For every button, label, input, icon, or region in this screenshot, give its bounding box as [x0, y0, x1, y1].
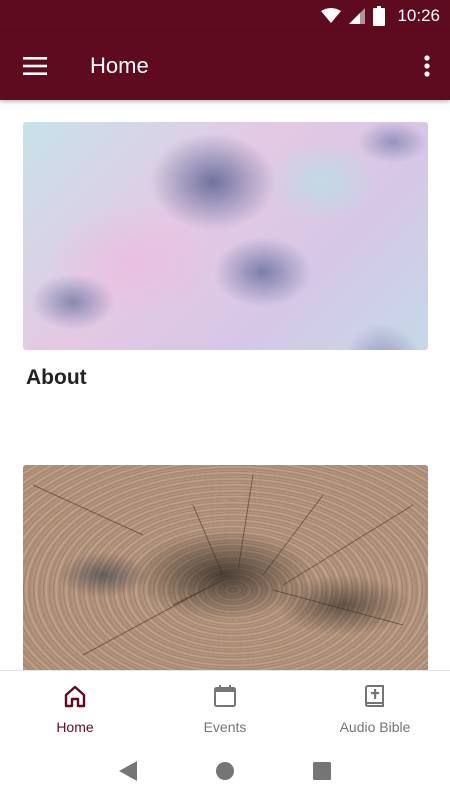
system-navigation-bar [0, 742, 450, 800]
bible-icon [363, 684, 387, 713]
calendar-icon [213, 684, 237, 713]
nav-label-home: Home [56, 719, 94, 735]
nav-item-events[interactable]: Events [150, 671, 300, 742]
nav-item-home[interactable]: Home [0, 671, 150, 742]
home-icon [63, 684, 87, 713]
card-about[interactable]: About [23, 122, 428, 390]
home-circle-icon[interactable] [205, 751, 245, 791]
more-vert-icon[interactable] [404, 32, 450, 100]
app-bar: Home [0, 32, 450, 100]
battery-icon [373, 6, 386, 26]
nav-label-events: Events [203, 719, 247, 735]
status-bar: 10:26 [0, 0, 450, 32]
wifi-icon [321, 8, 342, 24]
card-label: About [26, 366, 87, 389]
nav-label-audio-bible: Audio Bible [339, 719, 411, 735]
nav-item-audio-bible[interactable]: Audio Bible [300, 671, 450, 742]
page-title: Home [90, 53, 149, 78]
recents-icon[interactable] [302, 751, 342, 791]
hamburger-menu-icon[interactable] [0, 32, 70, 100]
back-icon[interactable] [108, 751, 148, 791]
card-image-clouds [23, 122, 428, 350]
card-image-wood [23, 465, 428, 670]
cell-signal-icon [349, 8, 366, 24]
content-feed[interactable]: About [0, 100, 450, 670]
clock: 10:26 [397, 6, 440, 25]
card-tree-rings[interactable] [23, 465, 428, 670]
bottom-navigation: Home Events Audio Bible [0, 670, 450, 742]
